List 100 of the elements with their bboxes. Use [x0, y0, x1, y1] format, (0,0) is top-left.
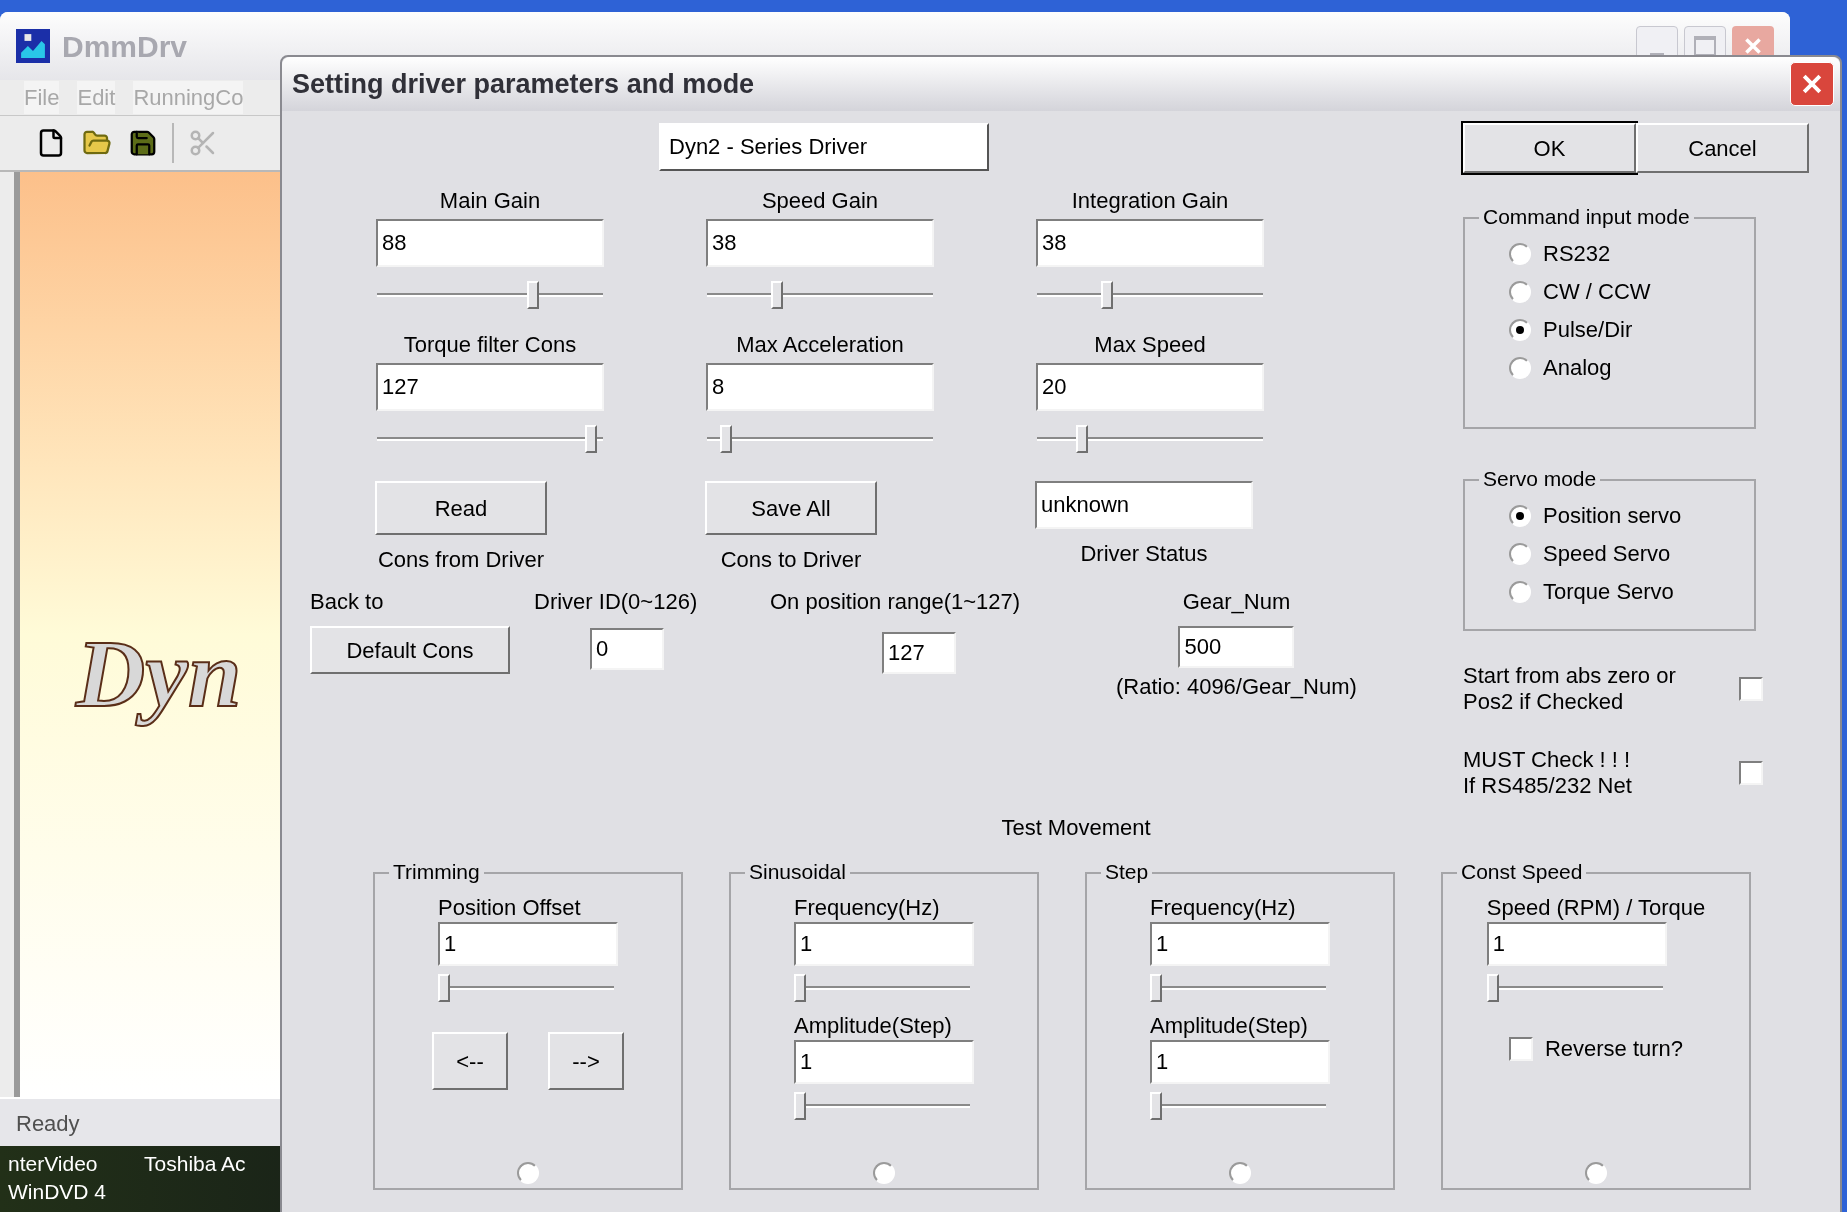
slider[interactable] [377, 281, 603, 309]
radio-button[interactable] [1509, 319, 1531, 341]
checkbox-label: Start from abs zero or Pos2 if Checked [1463, 663, 1676, 715]
radio-button[interactable] [1509, 543, 1531, 565]
parameter-label: Torque filter Cons [403, 331, 577, 359]
input-field[interactable]: 38 [1036, 219, 1264, 267]
radio-label: Position servo [1543, 502, 1682, 530]
button[interactable]: Save All [705, 481, 877, 535]
slider-thumb[interactable] [719, 425, 732, 453]
slider-thumb[interactable] [584, 425, 597, 453]
radio-button[interactable] [1509, 243, 1531, 265]
slider[interactable] [707, 281, 933, 309]
input-field[interactable]: 20 [1036, 363, 1264, 411]
input-field[interactable]: 1 [438, 922, 618, 966]
radio-button[interactable] [1585, 1162, 1607, 1184]
radio-button[interactable] [1229, 1162, 1251, 1184]
slider[interactable] [1037, 425, 1263, 453]
dialog-title: Setting driver parameters and mode [292, 67, 755, 101]
input-field[interactable]: 1 [1486, 922, 1667, 966]
checkbox-label: Reverse turn? [1544, 1035, 1684, 1063]
checkbox[interactable] [1739, 761, 1763, 785]
status-text: Ready [16, 1109, 80, 1138]
input-field[interactable]: 500 [1178, 626, 1295, 668]
input-field[interactable]: 88 [376, 219, 604, 267]
slider[interactable] [377, 425, 603, 453]
input-field[interactable]: 127 [376, 363, 604, 411]
radio-label: Torque Servo [1543, 578, 1674, 606]
desktop-shortcut-label[interactable]: Toshiba Ac [144, 1150, 246, 1212]
slider[interactable] [794, 974, 970, 1002]
input-field[interactable]: 1 [794, 1040, 974, 1084]
save-icon[interactable] [128, 128, 158, 158]
button[interactable]: Default Cons [310, 626, 510, 674]
desktop-shortcut-label[interactable]: nterVideo WinDVD 4 [8, 1150, 107, 1212]
input-field[interactable]: 38 [706, 219, 934, 267]
field-label: Amplitude(Step) [1150, 1012, 1308, 1040]
slider[interactable] [794, 1092, 970, 1120]
input-field[interactable]: 0 [590, 628, 664, 670]
button[interactable]: <-- [432, 1032, 508, 1090]
logo-text: Dyn [76, 619, 242, 729]
input-field[interactable]: 1 [1150, 1040, 1330, 1084]
position-range-label: On position range(1~127) [770, 588, 1022, 616]
field-label: Frequency(Hz) [1150, 894, 1296, 922]
checkbox[interactable] [1508, 1036, 1533, 1061]
slider-thumb[interactable] [526, 281, 539, 309]
button[interactable]: Read [375, 481, 547, 535]
button-caption: Cons from Driver [377, 546, 545, 574]
button[interactable]: OK [1463, 123, 1636, 173]
slider[interactable] [707, 425, 933, 453]
parameter-label: Speed Gain [761, 187, 879, 215]
radio-button[interactable] [1509, 357, 1531, 379]
parameter-label: Integration Gain [1071, 187, 1229, 215]
parameter-label: Main Gain [439, 187, 541, 215]
slider[interactable] [1150, 974, 1326, 1002]
button-caption: Cons to Driver [720, 546, 862, 574]
input-field[interactable]: unknown [1035, 481, 1253, 529]
slider[interactable] [438, 974, 614, 1002]
slider-thumb[interactable] [1486, 974, 1499, 1002]
radio-label: Pulse/Dir [1543, 316, 1633, 344]
button[interactable]: Cancel [1636, 123, 1809, 173]
driver-id-label: Driver ID(0~126) [534, 588, 699, 616]
input-field[interactable]: 127 [882, 632, 956, 674]
radio-button[interactable] [1509, 581, 1531, 603]
slider-thumb[interactable] [794, 1092, 806, 1120]
radio-button[interactable] [517, 1162, 539, 1184]
slider-thumb[interactable] [1150, 974, 1162, 1002]
gear-num-label: Gear_Num [1182, 588, 1291, 616]
radio-label: CW / CCW [1543, 278, 1651, 306]
close-icon [1742, 35, 1764, 57]
input-field[interactable]: 8 [706, 363, 934, 411]
radio-button[interactable] [1509, 505, 1531, 527]
slider-thumb[interactable] [1150, 1092, 1162, 1120]
checkbox[interactable] [1739, 677, 1763, 701]
close-button[interactable] [1790, 62, 1834, 106]
parameter-label: Max Acceleration [736, 331, 904, 359]
slider-thumb[interactable] [794, 974, 806, 1002]
field-label: Frequency(Hz) [794, 894, 940, 922]
slider[interactable] [1150, 1092, 1326, 1120]
checkbox-label: MUST Check ! ! ! If RS485/232 Net [1463, 747, 1632, 799]
radio-label: Analog [1543, 354, 1612, 382]
radio-button[interactable] [1509, 281, 1531, 303]
app-icon [16, 29, 50, 63]
slider[interactable] [1486, 974, 1663, 1002]
slider-thumb[interactable] [438, 974, 450, 1002]
slider-thumb[interactable] [771, 281, 784, 309]
field-label: Position Offset [438, 894, 581, 922]
radio-button[interactable] [873, 1162, 895, 1184]
window-title: DmmDrv [62, 28, 188, 65]
button[interactable]: --> [548, 1032, 624, 1090]
default-caption: Back to [310, 588, 385, 616]
slider[interactable] [1037, 281, 1263, 309]
parameter-label: Max Speed [1094, 331, 1206, 359]
radio-label: Speed Servo [1543, 540, 1671, 568]
driver-name-field[interactable]: Dyn2 - Series Driver [659, 123, 989, 171]
ratio-note: (Ratio: 4096/Gear_Num) [1116, 673, 1357, 701]
input-field[interactable]: 1 [1150, 922, 1330, 966]
input-field[interactable]: 1 [794, 922, 974, 966]
slider-thumb[interactable] [1075, 425, 1088, 453]
radio-label: RS232 [1543, 240, 1611, 268]
slider-thumb[interactable] [1101, 281, 1114, 309]
field-label: Speed (RPM) / Torque [1486, 894, 1706, 922]
